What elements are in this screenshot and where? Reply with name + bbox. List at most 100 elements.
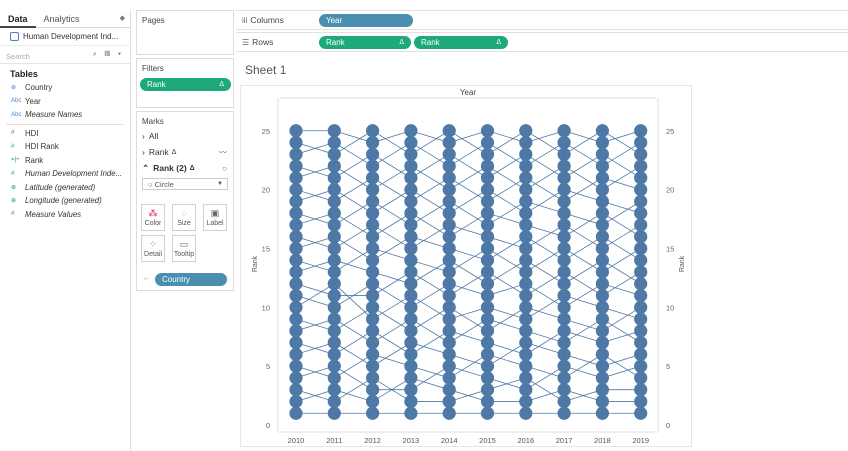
- rows-shelf-label: ☰ Rows: [242, 37, 273, 47]
- detail-pill-country[interactable]: Country: [155, 273, 227, 286]
- marks-card-title: Marks: [142, 117, 164, 126]
- rows-pill-rank-2[interactable]: Rank Δ: [414, 36, 508, 49]
- field-label: Human Development Inde...: [25, 169, 123, 179]
- abc-icon: Abc: [11, 111, 22, 118]
- field-item[interactable]: ⊕ Latitude (generated): [0, 181, 130, 195]
- detail-pill-label: Country: [162, 275, 191, 284]
- chevron-right-icon: ›: [142, 131, 145, 141]
- rows-pill-label: Rank: [326, 38, 345, 47]
- label-icon: ▣: [210, 208, 220, 218]
- size-button-label: Size: [177, 220, 191, 227]
- marks-all-label: All: [148, 131, 159, 141]
- filters-card-title: Filters: [142, 64, 164, 73]
- field-label: HDI: [25, 128, 39, 138]
- hash-icon: #: [11, 211, 15, 218]
- delta-icon: Δ: [189, 164, 195, 172]
- globe-icon: ⊕: [11, 198, 17, 205]
- marks-all-row[interactable]: › All: [137, 128, 233, 144]
- rows-pill-rank[interactable]: Rank Δ: [319, 36, 411, 49]
- field-item[interactable]: Abc Measure Names: [0, 108, 130, 122]
- field-label: Measure Names: [25, 110, 83, 120]
- line-mark-icon: 〰: [219, 147, 227, 157]
- rows-icon: ☰: [242, 38, 250, 47]
- measure-list: # HDI # HDI Rank =|+ Rank # Human Development I…: [0, 127, 130, 222]
- pages-card-title: Pages: [142, 16, 165, 25]
- filter-pill-rank[interactable]: Rank Δ: [140, 78, 231, 91]
- field-item[interactable]: # Human Development Inde...: [0, 167, 130, 181]
- field-item[interactable]: ⊕ Longitude (generated): [0, 194, 130, 208]
- rows-pill-label: Rank: [421, 38, 440, 47]
- color-button[interactable]: ⁂ Color: [141, 204, 165, 231]
- field-label: Country: [25, 83, 53, 93]
- tab-data[interactable]: Data: [0, 10, 36, 28]
- search-input[interactable]: Search ⌕ ▥ ▾: [0, 50, 130, 64]
- color-icon: ⁂: [148, 208, 158, 218]
- label-button-label: Label: [206, 220, 224, 227]
- detail-icon: ⁘: [143, 276, 149, 283]
- detail-icon: ⁘: [149, 239, 157, 249]
- dimension-list: ⊕ Country Abc Year Abc Measure Names: [0, 81, 130, 122]
- chevron-down-icon: ⌃: [142, 162, 150, 173]
- columns-shelf-label: iii Columns: [242, 15, 284, 25]
- field-label: Latitude (generated): [25, 182, 96, 192]
- field-item[interactable]: # HDI: [0, 127, 130, 141]
- delta-icon: Δ: [399, 39, 404, 46]
- label-button[interactable]: ▣ Label: [203, 204, 227, 231]
- circle-icon: ○: [148, 180, 155, 189]
- rows-shelf[interactable]: ☰ Rows Rank Δ Rank Δ: [236, 32, 848, 52]
- marks-rank-row[interactable]: › Rank Δ 〰: [137, 144, 233, 160]
- tables-heading: Tables: [10, 69, 38, 79]
- detail-button-label: Detail: [144, 251, 162, 258]
- color-button-label: Color: [144, 220, 162, 227]
- dropdown-arrow-icon: ▼: [217, 181, 223, 187]
- field-item[interactable]: ⊕ Country: [0, 81, 130, 95]
- filters-card[interactable]: Filters Rank Δ: [136, 58, 234, 108]
- pages-card[interactable]: Pages: [136, 10, 234, 55]
- abc-icon: Abc: [11, 98, 22, 105]
- detail-button[interactable]: ⁘ Detail: [141, 235, 165, 262]
- tab-analytics[interactable]: Analytics: [36, 10, 88, 28]
- columns-shelf[interactable]: iii Columns Year: [236, 10, 848, 30]
- sheet-title: Sheet 1: [245, 63, 287, 77]
- bin-icon: =|+: [11, 157, 20, 164]
- field-item[interactable]: # HDI Rank: [0, 140, 130, 154]
- field-item[interactable]: Abc Year: [0, 95, 130, 109]
- mark-type-value: Circle: [154, 180, 174, 189]
- hash-icon: #: [11, 130, 15, 137]
- chevron-right-icon: ›: [142, 147, 145, 157]
- mark-type-select[interactable]: ○ Circle ▼: [142, 178, 228, 190]
- data-pane-tabs: Data Analytics ◆: [0, 10, 130, 28]
- globe-icon: ⊕: [11, 85, 17, 92]
- datasource-label: Human Development Ind...: [23, 32, 119, 41]
- hash-icon: #: [11, 170, 15, 177]
- hash-icon: #: [11, 143, 15, 150]
- tooltip-button-label: Tooltip: [173, 251, 195, 258]
- columns-pill-label: Year: [326, 16, 343, 25]
- circle-mark-icon: ○: [222, 163, 227, 173]
- size-button[interactable]: ◌ Size: [172, 204, 196, 231]
- field-item[interactable]: =|+ Rank: [0, 154, 130, 168]
- columns-pill-year[interactable]: Year: [319, 14, 413, 27]
- datasource-icon: [10, 32, 19, 41]
- delta-icon: Δ: [219, 81, 224, 88]
- field-label: Year: [25, 96, 41, 106]
- search-placeholder: Search: [6, 52, 30, 61]
- view-frame: [240, 85, 692, 447]
- marks-rank-label: Rank: [148, 147, 169, 157]
- field-label: HDI Rank: [25, 142, 59, 152]
- search-icon[interactable]: ⌕ ▥ ▾: [93, 51, 124, 59]
- data-pane: Data Analytics ◆ Human Development Ind..…: [0, 10, 131, 451]
- field-label: Measure Values: [25, 209, 82, 219]
- pane-menu-icon[interactable]: ◆: [120, 14, 125, 22]
- datasource-item[interactable]: Human Development Ind...: [0, 28, 130, 46]
- columns-icon: iii: [242, 16, 248, 25]
- field-label: Rank: [25, 155, 44, 165]
- delta-icon: Δ: [496, 39, 501, 46]
- marks-rank2-row[interactable]: ⌃ Rank (2) Δ ○: [137, 160, 233, 176]
- divider: [6, 123, 124, 125]
- tooltip-button[interactable]: ▭ Tooltip: [172, 235, 196, 262]
- field-item[interactable]: # Measure Values: [0, 208, 130, 222]
- cards-pane: Pages Filters Rank Δ Marks › All › Rank …: [136, 10, 234, 451]
- field-label: Longitude (generated): [25, 196, 102, 206]
- tooltip-icon: ▭: [179, 239, 189, 249]
